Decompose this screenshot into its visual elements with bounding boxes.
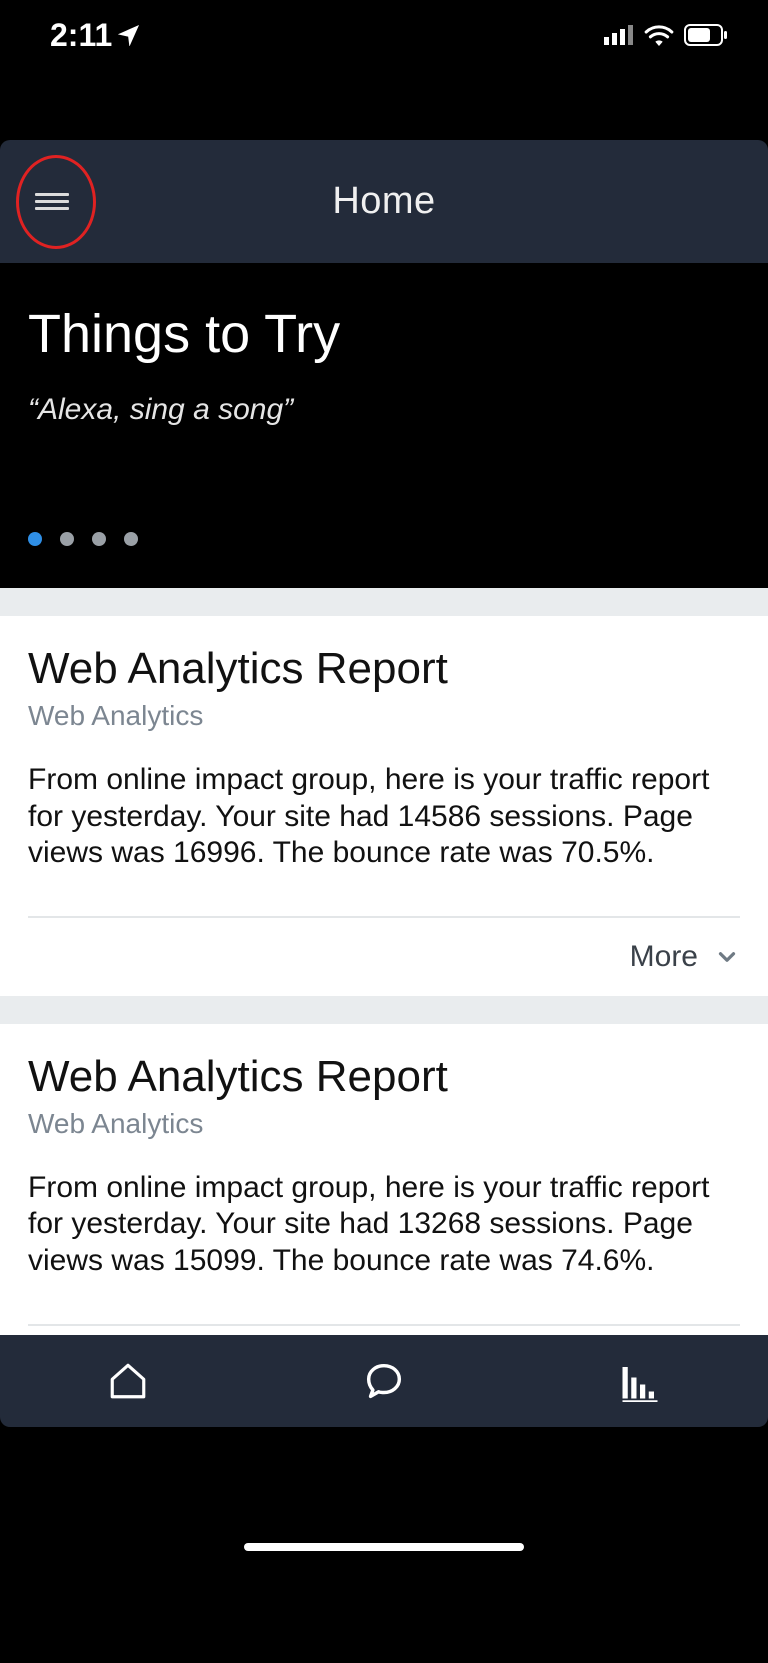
app-header: Home xyxy=(0,140,768,263)
card-title: Web Analytics Report xyxy=(28,1052,740,1102)
divider xyxy=(0,588,768,616)
hero-subtitle: “Alexa, sing a song” xyxy=(28,393,740,427)
nav-equalizer-button[interactable] xyxy=(618,1359,662,1403)
status-bar: 2:11 xyxy=(0,0,768,70)
spacer xyxy=(0,70,768,140)
chat-icon xyxy=(361,1358,407,1404)
divider xyxy=(0,996,768,1024)
carousel-dot[interactable] xyxy=(28,532,42,546)
home-icon xyxy=(107,1360,149,1402)
home-indicator[interactable] xyxy=(244,1543,524,1551)
status-left: 2:11 xyxy=(50,17,140,54)
carousel-dot[interactable] xyxy=(92,532,106,546)
carousel-dots[interactable] xyxy=(28,532,138,546)
carousel-dot[interactable] xyxy=(124,532,138,546)
card-body: From online impact group, here is your t… xyxy=(28,1170,740,1280)
report-card[interactable]: Web Analytics Report Web Analytics From … xyxy=(0,1024,768,1326)
card-body: From online impact group, here is your t… xyxy=(28,762,740,872)
battery-icon xyxy=(684,24,728,46)
card-subtitle: Web Analytics xyxy=(28,1108,740,1140)
hero-title: Things to Try xyxy=(28,303,740,365)
report-card[interactable]: Web Analytics Report Web Analytics From … xyxy=(0,616,768,918)
bottom-nav xyxy=(0,1335,768,1427)
card-title: Web Analytics Report xyxy=(28,644,740,694)
status-right xyxy=(604,24,728,46)
more-button[interactable]: More xyxy=(0,918,768,996)
carousel-dot[interactable] xyxy=(60,532,74,546)
card-feed[interactable]: Web Analytics Report Web Analytics From … xyxy=(0,588,768,1366)
hero-card[interactable]: Things to Try “Alexa, sing a song” xyxy=(0,263,768,588)
location-icon xyxy=(118,24,140,46)
page-title: Home xyxy=(0,180,768,223)
more-label: More xyxy=(630,940,698,974)
nav-home-button[interactable] xyxy=(106,1359,150,1403)
chevron-down-icon xyxy=(714,944,740,970)
status-time: 2:11 xyxy=(50,17,112,54)
equalizer-icon xyxy=(619,1360,661,1402)
cellular-icon xyxy=(604,25,634,45)
nav-chat-button[interactable] xyxy=(362,1359,406,1403)
card-subtitle: Web Analytics xyxy=(28,700,740,732)
wifi-icon xyxy=(644,24,674,46)
